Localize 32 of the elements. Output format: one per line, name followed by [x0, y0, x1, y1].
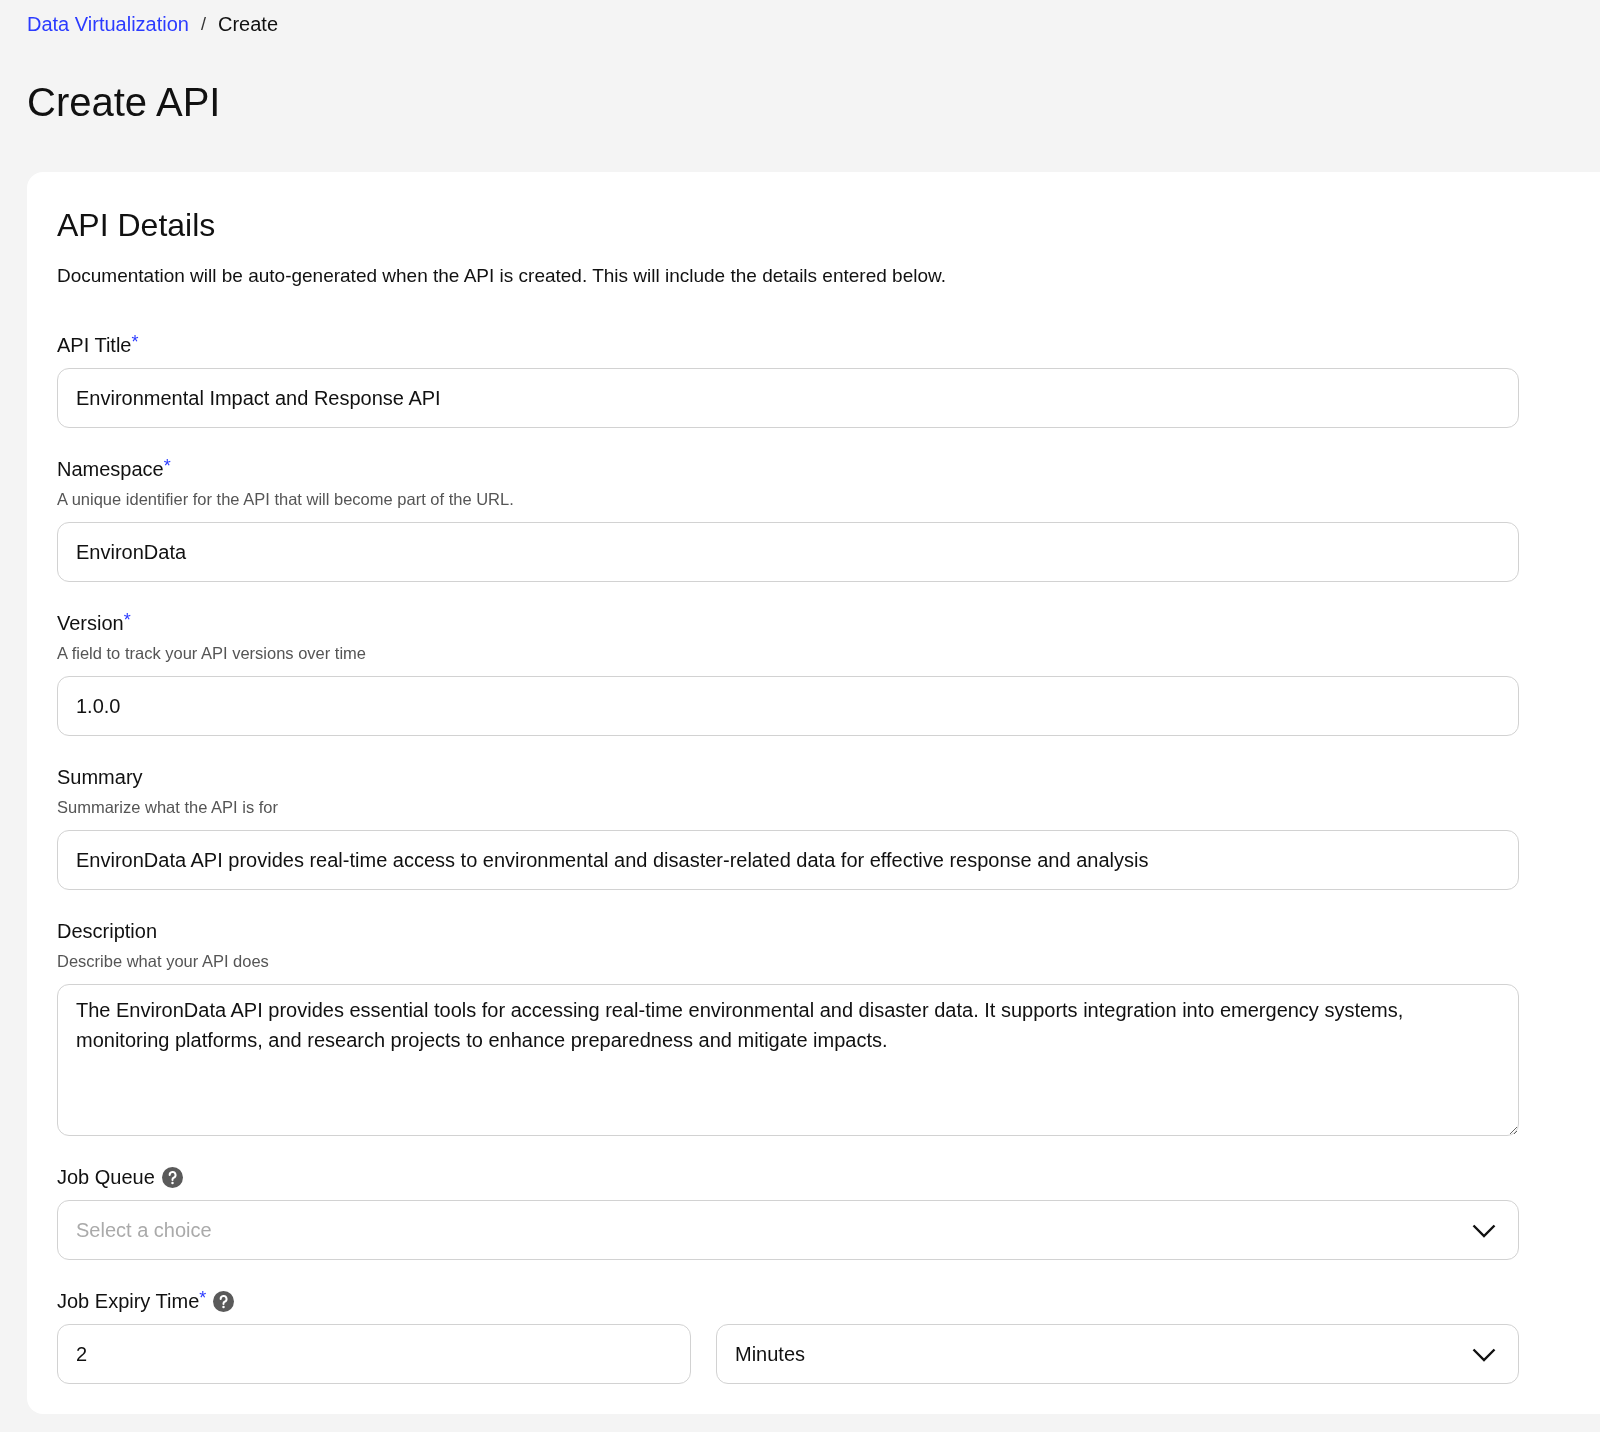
field-label: Job Queue [57, 1165, 155, 1189]
text-field[interactable]: EnvironData [57, 522, 1519, 582]
text-field[interactable]: EnvironData API provides real-time access to environmental and disaster-related data for effective response and analysis [57, 830, 1519, 890]
section-title: API Details [57, 207, 217, 244]
description-textarea[interactable]: The EnvironData API provides essential tools for accessing real-time environmental and disaster data. It supports integration into emergency systems, monitoring platforms, and research projects to enhance preparedness and mitigate impacts. [57, 984, 1519, 1136]
required-mark: * [123, 610, 131, 631]
field-help-text: A unique identifier for the API that will become part of the URL. [57, 490, 515, 509]
number-field[interactable]: 2 [57, 1324, 691, 1384]
text-field[interactable]: 1.0.0 [57, 676, 1519, 736]
required-mark: * [131, 332, 139, 353]
help-icon[interactable] [161, 1166, 183, 1188]
page-title: Create API [27, 80, 222, 124]
field-label: Description [57, 919, 158, 943]
field-label: API Title [57, 333, 132, 357]
help-icon[interactable] [213, 1290, 235, 1312]
field-label: Job Expiry Time [57, 1289, 200, 1313]
unit-dropdown[interactable]: Minutes [716, 1324, 1519, 1384]
text-field[interactable]: Environmental Impact and Response API [57, 368, 1519, 428]
field-label: Summary [57, 765, 143, 789]
field-help-text: Describe what your API does [57, 952, 270, 971]
field-label: Namespace [57, 457, 164, 481]
field-help-text: A field to track your API versions over time [57, 644, 368, 663]
chevron-down-icon [1472, 1224, 1496, 1238]
chevron-down-icon [1472, 1348, 1496, 1362]
breadcrumb-link[interactable]: Data Virtualization [27, 12, 189, 36]
field-help-text: Summarize what the API is for [57, 798, 279, 817]
breadcrumb-current: Create [217, 12, 278, 36]
section-description: Documentation will be auto-generated when the API is created. This will include the details entered below. [57, 265, 947, 287]
field-label: Version [57, 611, 124, 635]
required-mark: * [199, 1288, 207, 1309]
required-mark: * [163, 456, 171, 476]
breadcrumb-separator: / [200, 13, 206, 35]
